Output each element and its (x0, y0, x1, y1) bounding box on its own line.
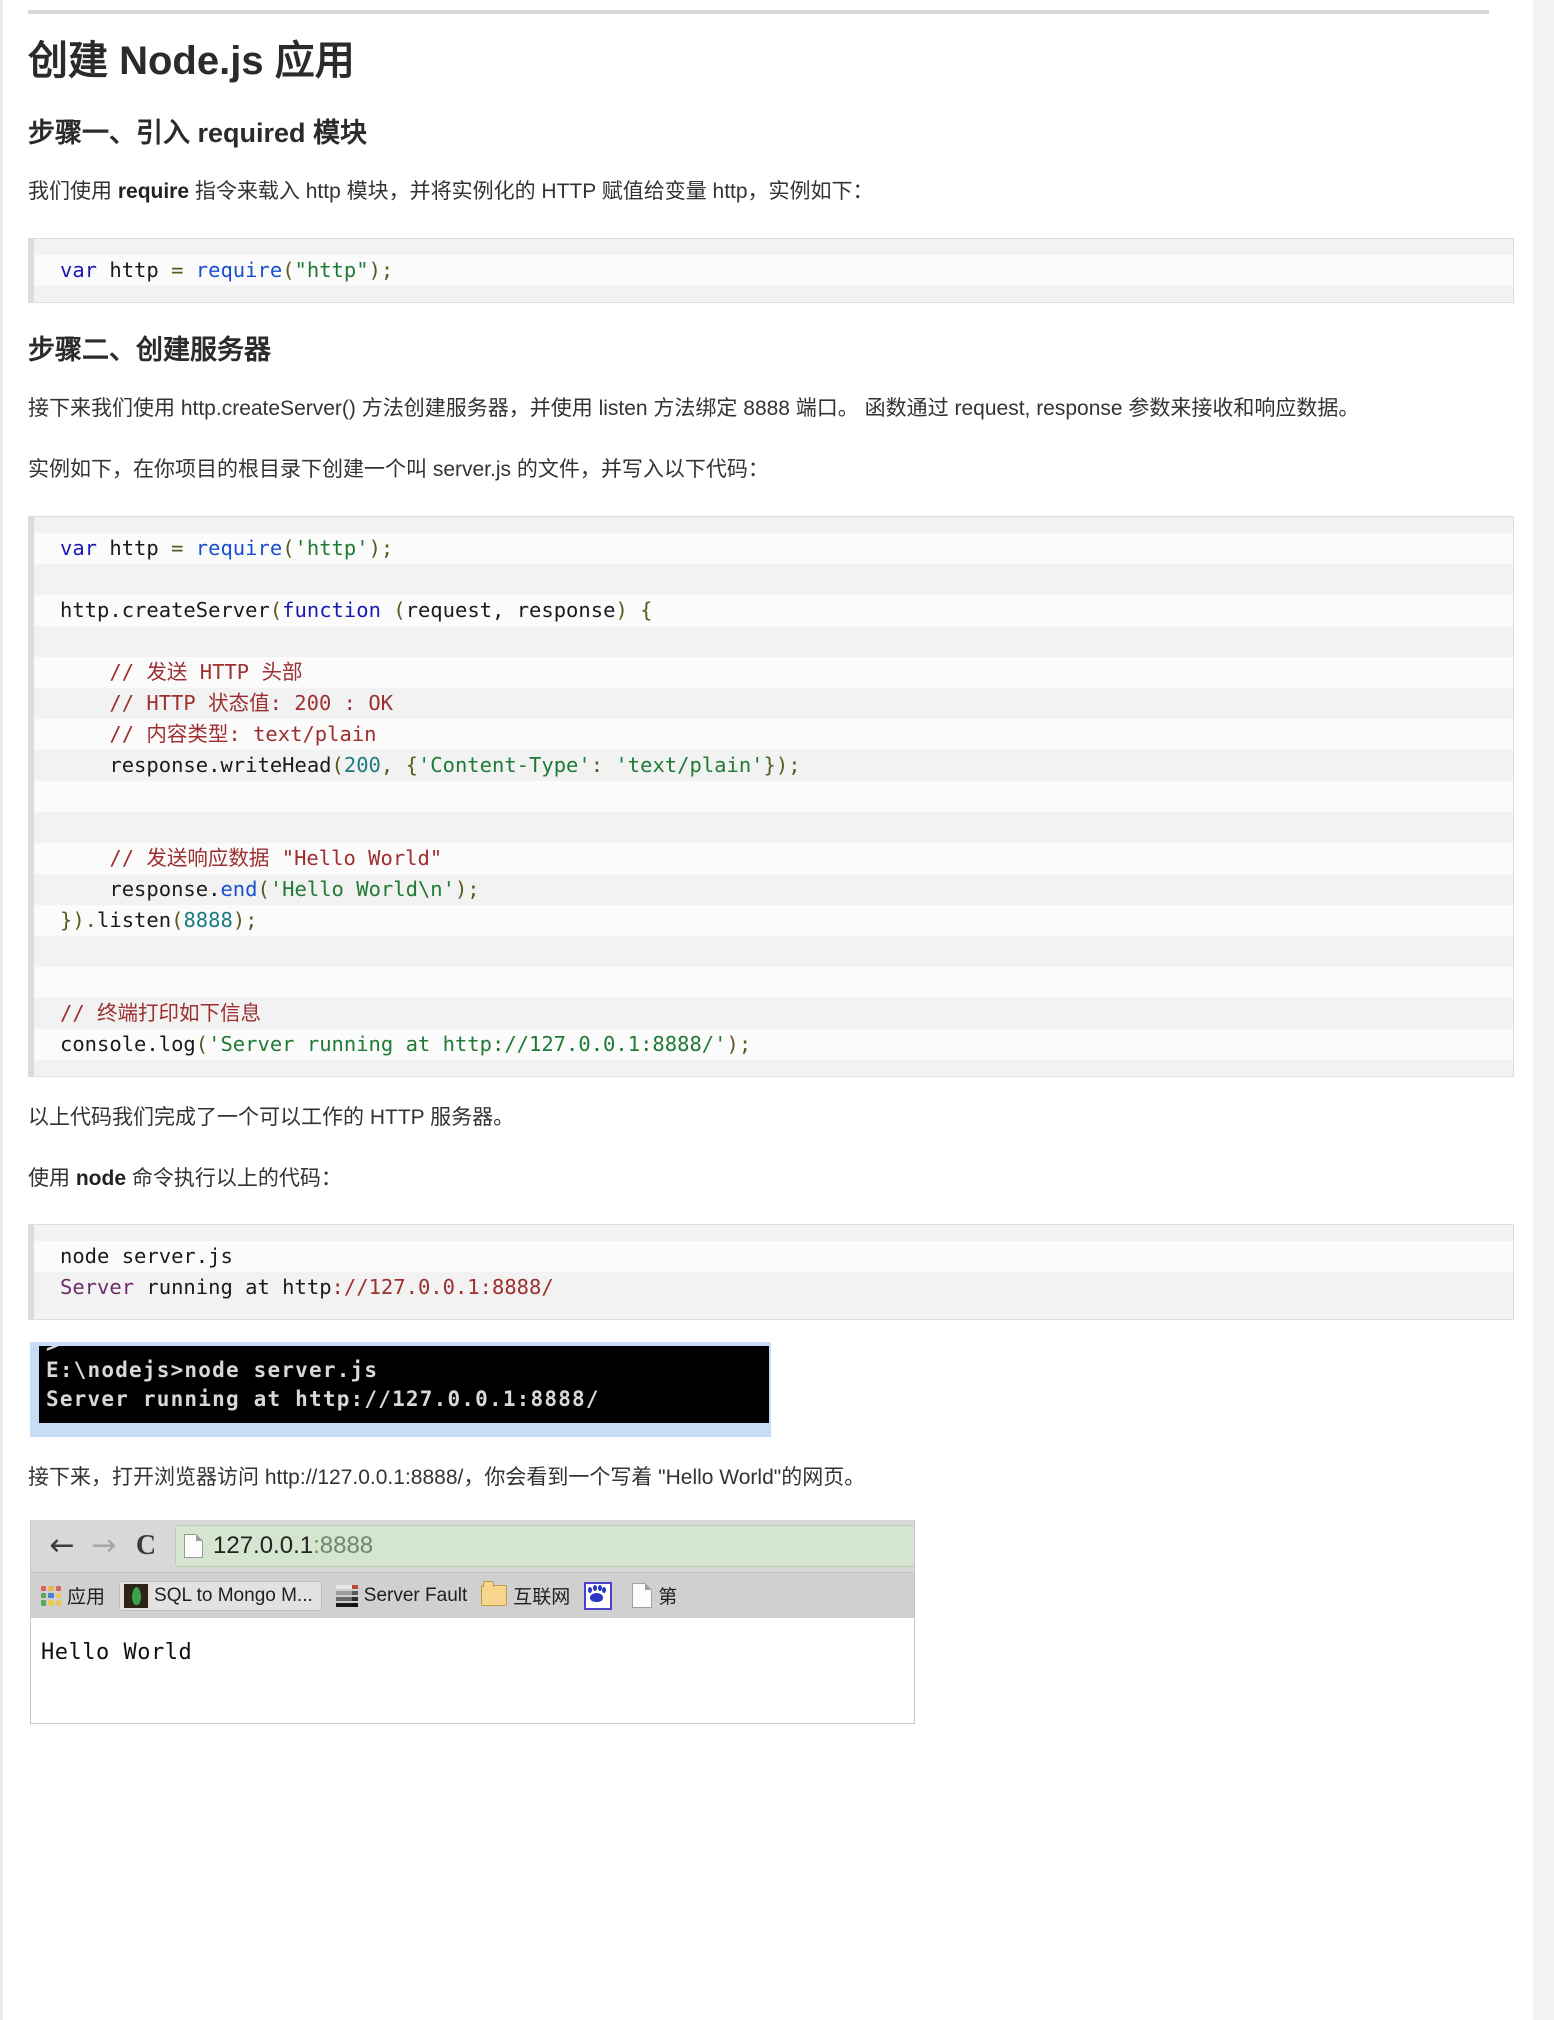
section-heading-step-one: 步骤一、引入 required 模块 (28, 118, 368, 148)
output-server-token: Server (60, 1275, 135, 1300)
code-line-comment: // 终端打印如下信息 (34, 997, 1513, 1029)
reload-icon[interactable]: C (125, 1532, 167, 1560)
step-two-paragraph-2: 实例如下，在你项目的根目录下创建一个叫 server.js 的文件，并写入以下代… (28, 457, 769, 481)
code-line-blank (34, 935, 1513, 967)
page-title: 创建 Node.js 应用 (28, 39, 355, 83)
right-gutter (1533, 0, 1554, 2020)
back-arrow-icon[interactable]: ← (41, 1531, 83, 1561)
step-one-paragraph-bold: require (117, 180, 190, 204)
code-line-comment: // 发送 HTTP 头部 (34, 656, 1513, 688)
terminal-screen: > E:\nodejs>node server.js Server runnin… (39, 1346, 769, 1424)
code-line: node server.js (34, 1241, 1513, 1273)
bookmark-label: 第 (658, 1587, 678, 1609)
run-command-text: node server.js (60, 1244, 233, 1269)
code-line: console.log('Server running at http://12… (34, 1028, 1513, 1060)
code-line-blank (34, 625, 1513, 657)
server-fault-icon (335, 1584, 358, 1607)
section-heading-step-two: 步骤二、创建服务器 (28, 334, 271, 365)
browser-screenshot: ← → C 127.0.0.1:8888 应用 SQL to Mongo M..… (30, 1520, 915, 1725)
url-port: :8888 (313, 1532, 374, 1560)
code-block-run-output: node server.js Server running at http://… (28, 1224, 1514, 1321)
url-host: 127.0.0.1 (213, 1532, 314, 1560)
step-one-paragraph-suffix: 指令来载入 http 模块，并将实例化的 HTTP 赋值给变量 http，实例如… (189, 180, 874, 204)
run-node-suffix: 命令执行以上的代码： (126, 1166, 342, 1190)
page-doc-icon (632, 1583, 653, 1609)
code-block-padding-bottom (34, 1059, 1513, 1076)
browser-viewport: Hello World (31, 1618, 914, 1724)
hello-world-text: Hello World (41, 1640, 193, 1666)
code-block-padding-top (34, 1225, 1513, 1242)
terminal-line-command: E:\nodejs>node server.js (46, 1358, 379, 1383)
document-page: 创建 Node.js 应用 步骤一、引入 required 模块 我们使用 re… (0, 0, 1533, 2020)
terminal-line-output: Server running at http://127.0.0.1:8888/ (46, 1387, 600, 1412)
mongodb-icon (124, 1583, 149, 1608)
code-block-padding-top (34, 238, 1513, 255)
browser-toolbar: ← → C 127.0.0.1:8888 (31, 1520, 914, 1573)
code-line-blank (34, 563, 1513, 595)
terminal-line-partial: > (46, 1346, 60, 1357)
code-line-blank (34, 780, 1513, 812)
code-line: var http = require('http'); (34, 532, 1513, 564)
code-line-comment: // 发送响应数据 "Hello World" (34, 842, 1513, 874)
bookmark-label: SQL to Mongo M... (154, 1584, 313, 1606)
code-line-blank (34, 811, 1513, 843)
browser-intro-paragraph: 接下来，打开浏览器访问 http://127.0.0.1:8888/，你会看到一… (28, 1466, 866, 1490)
run-node-prefix: 使用 (28, 1166, 76, 1190)
code-line: response.end('Hello World\n'); (34, 873, 1513, 905)
bookmark-label: Server Fault (363, 1584, 468, 1606)
bookmark-internet-folder[interactable]: 互联网 (481, 1581, 571, 1609)
output-url-rest: ://127.0.0.1:8888/ (331, 1275, 554, 1300)
bookmark-apps[interactable]: 应用 (41, 1582, 105, 1609)
code-block-padding-bottom (34, 285, 1513, 302)
step-one-paragraph: 我们使用 require 指令来载入 http 模块，并将实例化的 HTTP 赋… (28, 173, 1488, 212)
code-line-comment: // 内容类型: text/plain (34, 718, 1513, 750)
bookmark-server-fault[interactable]: Server Fault (335, 1584, 468, 1607)
forward-arrow-icon[interactable]: → (83, 1531, 125, 1561)
top-divider (28, 10, 1489, 14)
bookmark-label: 互联网 (513, 1587, 571, 1609)
output-mid-text: running at (134, 1275, 283, 1300)
code-block-padding-bottom (34, 1303, 1513, 1320)
code-line: response.writeHead(200, {'Content-Type':… (34, 749, 1513, 781)
apps-grid-icon (41, 1585, 61, 1606)
code-line: }).listen(8888); (34, 904, 1513, 936)
code-line: http.createServer(function (request, res… (34, 594, 1513, 626)
page-info-icon (184, 1534, 203, 1559)
after-code-paragraph-2: 使用 node 命令执行以上的代码： (28, 1160, 1488, 1199)
terminal-screenshot: > E:\nodejs>node server.js Server runnin… (30, 1342, 771, 1438)
bookmark-truncated[interactable]: 第 (632, 1582, 677, 1609)
code-line: Server running at http://127.0.0.1:8888/ (34, 1272, 1513, 1304)
address-bar[interactable]: 127.0.0.1:8888 (175, 1525, 914, 1568)
bookmarks-bar: 应用 SQL to Mongo M... Server Fault 互联网 第 (31, 1572, 914, 1619)
folder-icon (481, 1581, 508, 1607)
address-bar-url: 127.0.0.1:8888 (213, 1532, 373, 1560)
bookmark-baidu[interactable] (584, 1581, 618, 1610)
code-block-padding-top (34, 516, 1513, 533)
code-line: var http = require("http"); (34, 254, 1513, 286)
bookmark-label: 应用 (67, 1587, 106, 1609)
bookmark-sql-to-mongo[interactable]: SQL to Mongo M... (119, 1580, 322, 1611)
step-one-paragraph-prefix: 我们使用 (28, 180, 118, 204)
baidu-paw-icon (584, 1581, 613, 1610)
after-code-paragraph-1: 以上代码我们完成了一个可以工作的 HTTP 服务器。 (28, 1105, 515, 1129)
code-block-server: var http = require('http'); http.createS… (28, 515, 1514, 1077)
code-block-require: var http = require("http"); (28, 237, 1514, 303)
code-line-blank (34, 966, 1513, 998)
output-url-prefix: http (282, 1275, 332, 1300)
code-line-comment: // HTTP 状态值: 200 : OK (34, 687, 1513, 719)
run-node-bold: node (75, 1166, 127, 1190)
step-two-paragraph-1: 接下来我们使用 http.createServer() 方法创建服务器，并使用 … (28, 397, 1360, 421)
